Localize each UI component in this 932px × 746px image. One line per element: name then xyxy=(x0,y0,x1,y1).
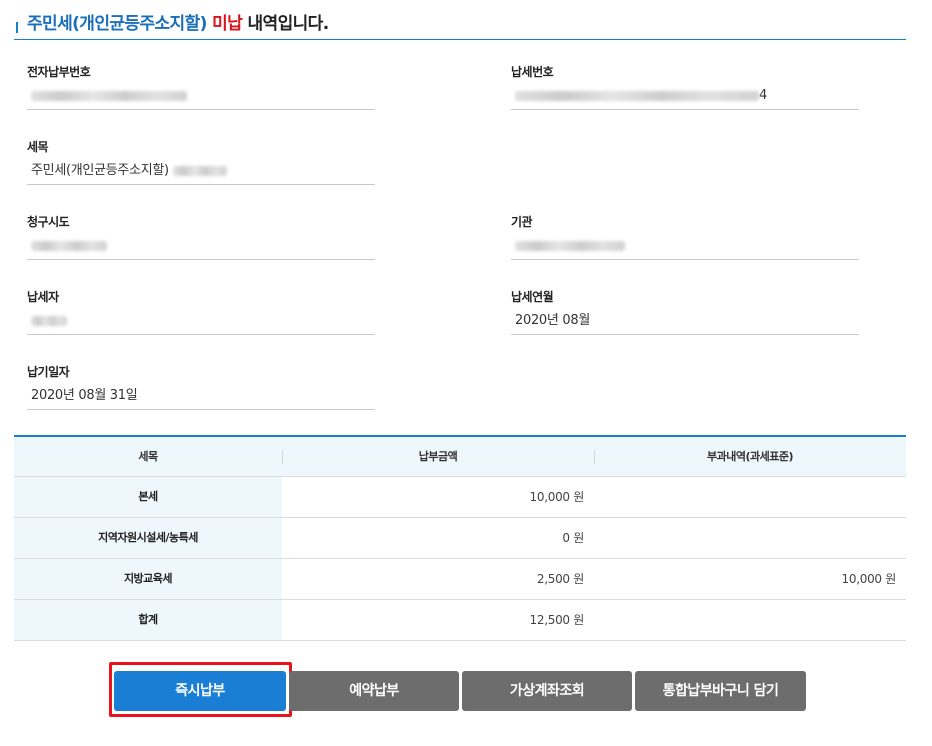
reserve-pay-button[interactable]: 예약납부 xyxy=(289,671,459,711)
page-title-bar: 주민세(개인균등주소지할) 미납 내역입니다. xyxy=(14,8,906,40)
item-text: 주민세(개인균등주소지할) xyxy=(31,163,169,178)
field-value xyxy=(27,87,375,110)
field-label: 납세번호 xyxy=(511,65,554,79)
tax-breakdown-table: 세목 납부금액 부과내역(과세표준) 본세 10,000 원 지역자원시설세/농… xyxy=(14,435,906,641)
table-row: 지역자원시설세/농특세 0 원 xyxy=(14,518,906,559)
redacted-value xyxy=(172,165,227,176)
field-label: 청구시도 xyxy=(27,215,70,229)
page-title: 주민세(개인균등주소지할) 미납 내역입니다. xyxy=(27,9,329,34)
row-amount: 10,000 원 xyxy=(529,490,585,504)
redacted-value xyxy=(31,315,67,326)
field-value: 주민세(개인균등주소지할) xyxy=(27,162,375,185)
table-row: 지방교육세 2,500 원 10,000 원 xyxy=(14,559,906,600)
title-marker xyxy=(16,22,18,33)
row-base: 10,000 원 xyxy=(841,572,897,586)
field-label: 납세자 xyxy=(27,290,59,304)
row-item-name: 본세 xyxy=(14,477,282,517)
virtual-account-button[interactable]: 가상계좌조회 xyxy=(462,671,632,711)
column-header-base: 부과내역(과세표준) xyxy=(594,437,906,477)
field-label: 전자납부번호 xyxy=(27,65,91,79)
title-tax-name: 주민세(개인균등주소지할) xyxy=(27,14,207,34)
field-value xyxy=(511,237,859,260)
column-header-item: 세목 xyxy=(138,450,158,463)
title-suffix: 내역입니다. xyxy=(242,14,330,34)
field-value xyxy=(27,237,375,260)
row-amount: 0 원 xyxy=(562,531,584,545)
field-value: 2020년 08월 xyxy=(511,312,859,335)
pay-now-button[interactable]: 즉시납부 xyxy=(114,671,286,711)
add-to-cart-button[interactable]: 통합납부바구니 담기 xyxy=(635,671,806,711)
field-label: 세목 xyxy=(27,140,49,154)
row-item-name: 합계 xyxy=(14,600,282,640)
redacted-value xyxy=(31,90,187,101)
title-unpaid: 미납 xyxy=(206,14,243,34)
field-value: 2020년 08월 31일 xyxy=(27,387,375,410)
column-header-amount: 납부금액 xyxy=(282,437,594,477)
row-item-name: 지역자원시설세/농특세 xyxy=(14,518,282,558)
redacted-value xyxy=(515,90,759,101)
table-row: 본세 10,000 원 xyxy=(14,477,906,518)
field-label: 납세연월 xyxy=(511,290,554,304)
row-base xyxy=(594,518,896,558)
field-value: 4 xyxy=(511,87,859,110)
redacted-value xyxy=(515,240,625,251)
tax-no-suffix: 4 xyxy=(759,88,767,103)
row-base xyxy=(594,477,896,517)
table-header: 세목 납부금액 부과내역(과세표준) xyxy=(14,437,906,477)
action-buttons: 즉시납부 예약납부 가상계좌조회 통합납부바구니 담기 xyxy=(0,668,932,712)
row-amount: 12,500 원 xyxy=(529,613,585,627)
table-row-total: 합계 12,500 원 xyxy=(14,600,906,641)
row-item-name: 지방교육세 xyxy=(14,559,282,599)
field-label: 기관 xyxy=(511,215,533,229)
row-amount: 2,500 원 xyxy=(536,572,584,586)
field-label: 납기일자 xyxy=(27,365,70,379)
row-base xyxy=(594,600,896,640)
field-value xyxy=(27,312,375,335)
redacted-value xyxy=(31,240,107,251)
